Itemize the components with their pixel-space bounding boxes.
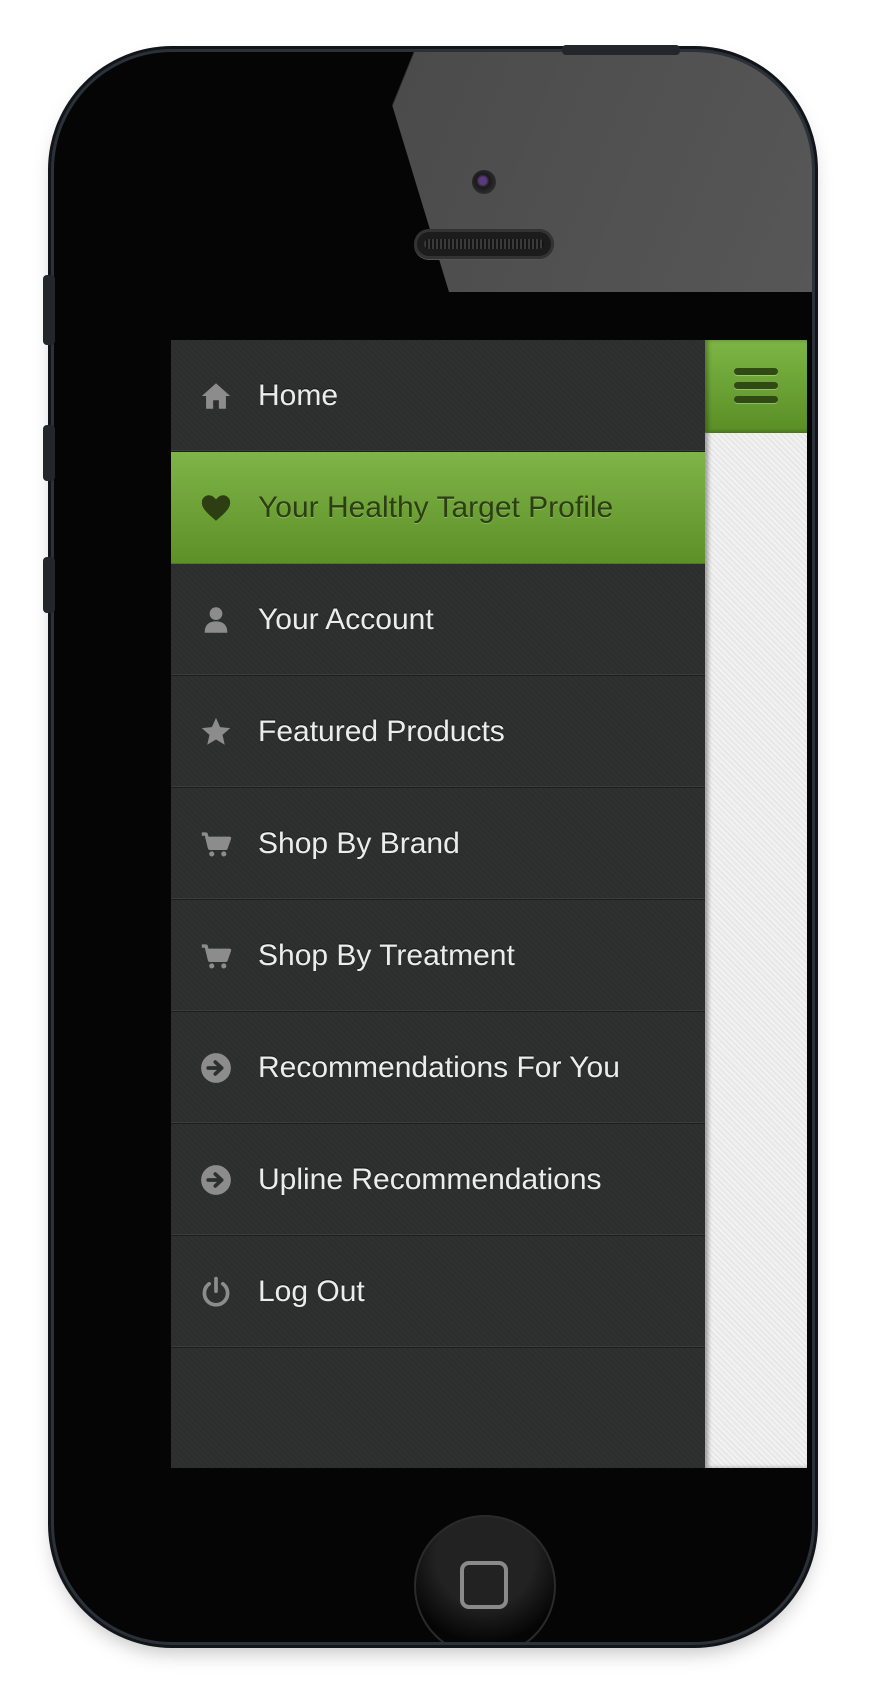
volume-up-button	[43, 425, 55, 481]
menu-item-upline-recommendations[interactable]: Upline Recommendations	[171, 1124, 705, 1236]
volume-down-button	[43, 557, 55, 613]
menu-item-label: Upline Recommendations	[258, 1162, 602, 1196]
menu-item-recommendations-for-you[interactable]: Recommendations For You	[171, 1012, 705, 1124]
main-content-panel	[705, 340, 807, 1468]
cart-icon	[201, 831, 232, 856]
top-bar	[705, 340, 807, 432]
phone-frame: Home Your Healthy Target Profile Your Ac…	[54, 52, 812, 1642]
menu-item-label: Log Out	[258, 1274, 365, 1308]
arrow-circle-icon	[201, 1052, 231, 1083]
menu-item-label: Recommendations For You	[258, 1050, 620, 1084]
front-camera	[472, 170, 496, 194]
arrow-circle-icon	[201, 1164, 231, 1195]
home-icon	[201, 382, 231, 409]
menu-item-label: Your Account	[258, 602, 434, 636]
menu-item-label: Shop By Brand	[258, 826, 460, 860]
hamburger-icon[interactable]	[734, 368, 778, 404]
user-icon	[204, 606, 228, 633]
menu-item-your-account[interactable]: Your Account	[171, 564, 705, 676]
cart-icon	[201, 943, 232, 968]
menu-item-label: Shop By Treatment	[258, 938, 515, 972]
earpiece-speaker	[414, 229, 554, 259]
menu-item-shop-by-treatment[interactable]: Shop By Treatment	[171, 900, 705, 1012]
mute-switch	[43, 275, 55, 345]
menu-item-home[interactable]: Home	[171, 340, 705, 452]
device-mockup: Home Your Healthy Target Profile Your Ac…	[0, 0, 870, 1692]
menu-item-log-out[interactable]: Log Out	[171, 1236, 705, 1348]
power-icon	[202, 1276, 230, 1307]
side-menu: Home Your Healthy Target Profile Your Ac…	[171, 340, 705, 1468]
menu-item-label: Your Healthy Target Profile	[258, 490, 614, 524]
menu-item-label: Home	[258, 378, 339, 412]
menu-item-label: Featured Products	[258, 714, 505, 748]
home-button[interactable]	[414, 1515, 556, 1642]
heart-icon	[201, 494, 231, 521]
menu-item-shop-by-brand[interactable]: Shop By Brand	[171, 788, 705, 900]
menu-item-featured-products[interactable]: Featured Products	[171, 676, 705, 788]
power-button	[562, 45, 680, 55]
star-icon	[201, 717, 231, 745]
screen: Home Your Healthy Target Profile Your Ac…	[171, 340, 807, 1468]
menu-item-healthy-target-profile[interactable]: Your Healthy Target Profile	[171, 452, 705, 564]
